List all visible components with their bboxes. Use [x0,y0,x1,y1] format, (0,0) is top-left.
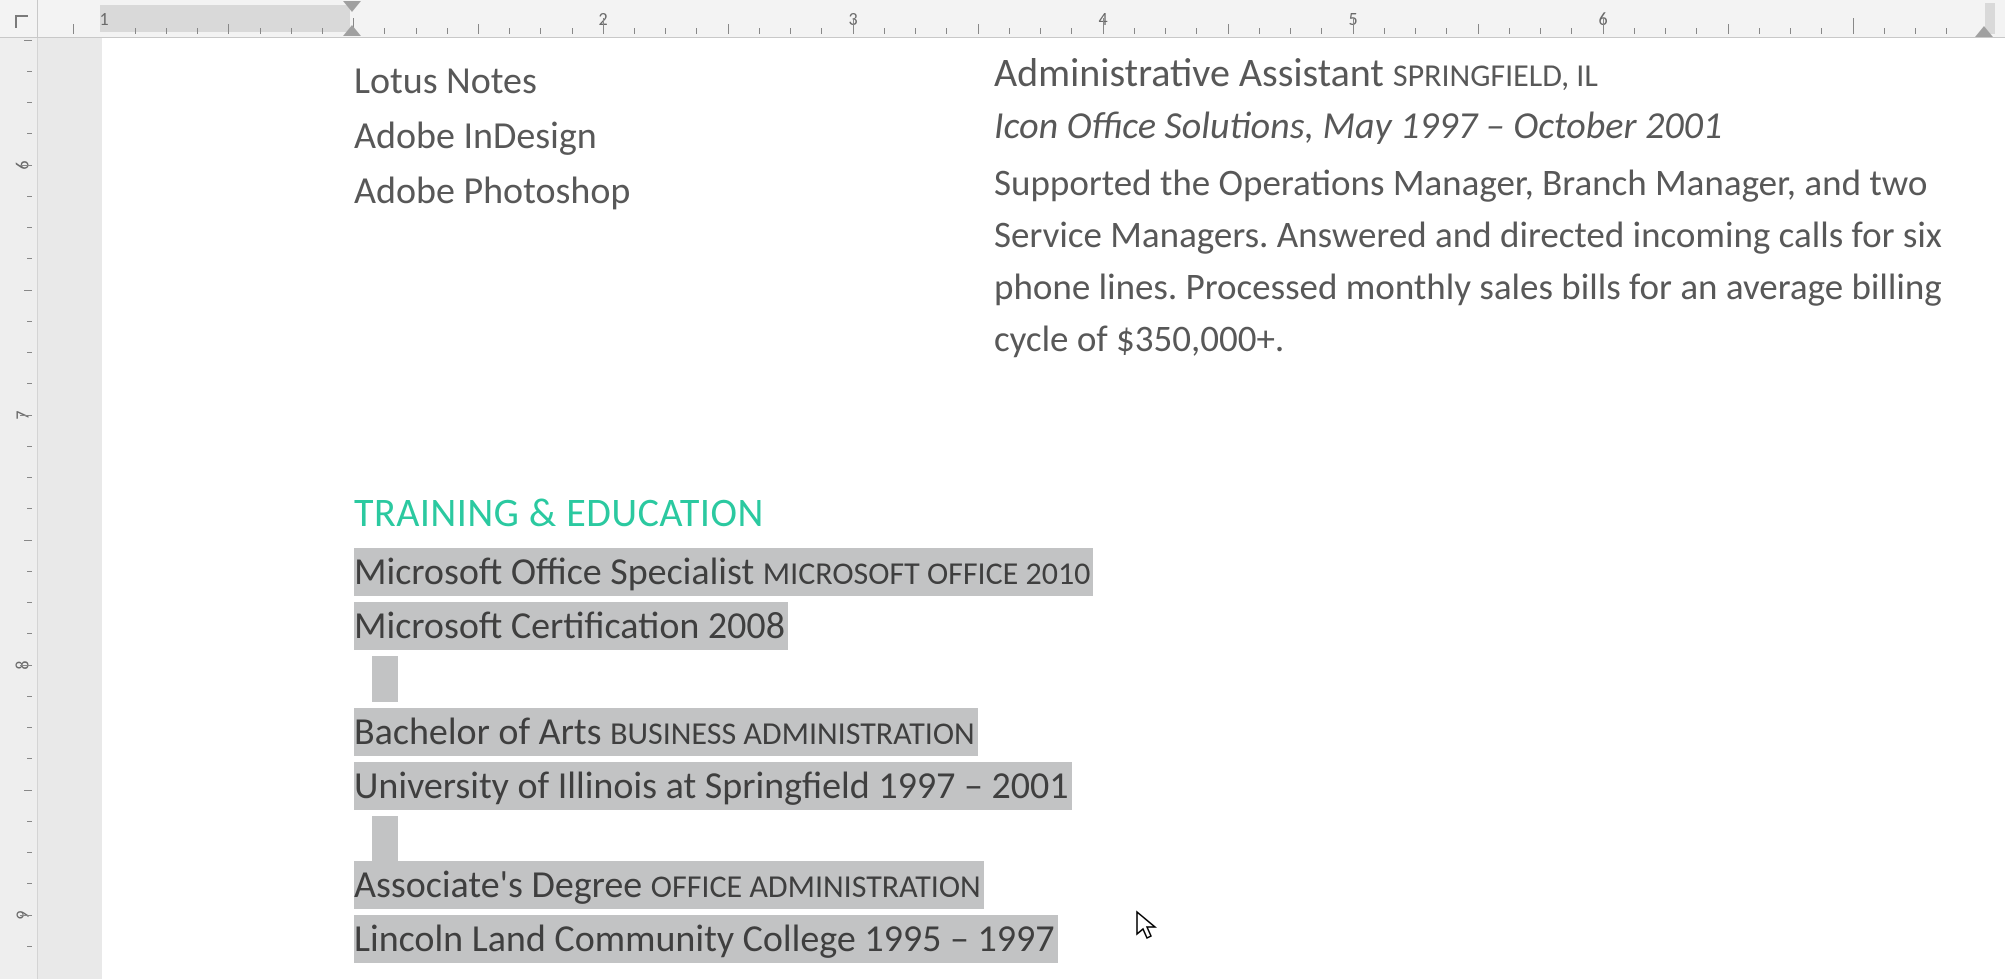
edu-title: Associate's Degree [354,862,651,908]
education-entry[interactable]: Microsoft Office Specialist MICROSOFT OF… [354,546,1093,707]
hanging-indent-marker[interactable] [343,25,361,36]
document-content[interactable]: Lotus Notes Adobe InDesign Adobe Photosh… [102,38,2005,979]
education-line[interactable]: Associate's Degree OFFICE ADMINISTRATION [354,859,1058,913]
skill-item[interactable]: Lotus Notes [354,54,934,109]
right-indent-marker[interactable] [1975,26,1993,37]
horizontal-ruler[interactable]: 1 2 3 4 5 6 [0,0,2005,38]
job-location: SPRINGFIELD, IL [1393,56,1598,95]
selected-text[interactable]: Lincoln Land Community College 1995 – 19… [354,915,1058,963]
skills-column: Lotus Notes Adobe InDesign Adobe Photosh… [354,54,934,219]
selected-text[interactable]: Microsoft Office Specialist MICROSOFT OF… [354,548,1093,596]
education-line[interactable]: Microsoft Certification 2008 [354,600,1093,652]
tab-selector-icon[interactable] [0,0,38,38]
edu-detail-caps: MICROSOFT OFFICE 2010 [763,554,1091,593]
first-line-indent-marker[interactable] [343,1,361,12]
experience-column: Administrative Assistant SPRINGFIELD, IL… [994,48,1944,365]
app-viewport: 6 7 8 9 [0,0,2005,979]
skill-item[interactable]: Adobe Photoshop [354,164,934,219]
horizontal-ruler-track: 1 2 3 4 5 6 [38,0,2005,37]
section-heading-training[interactable]: TRAINING & EDUCATION [354,488,764,537]
selected-text[interactable]: Associate's Degree OFFICE ADMINISTRATION [354,861,984,909]
hruler-num: 1 [99,8,108,30]
education-entry[interactable]: Associate's Degree OFFICE ADMINISTRATION… [354,859,1058,965]
job-subtitle[interactable]: Icon Office Solutions, May 1997 – Octobe… [994,103,1944,149]
job-title-line[interactable]: Administrative Assistant SPRINGFIELD, IL [994,48,1944,97]
job-title-text: Administrative Assistant [994,48,1384,97]
education-line[interactable]: Lincoln Land Community College 1995 – 19… [354,913,1058,965]
edu-detail-caps: BUSINESS ADMINISTRATION [610,714,975,753]
vertical-ruler[interactable]: 6 7 8 9 [0,38,38,979]
job-description[interactable]: Supported the Operations Manager, Branch… [994,157,1944,365]
edu-title: Bachelor of Arts [354,709,610,755]
selected-text[interactable]: University of Illinois at Springfield 19… [354,762,1072,810]
education-entry[interactable]: Bachelor of Arts BUSINESS ADMINISTRATION… [354,706,1072,867]
page-gutter [38,38,102,979]
document-page[interactable]: Lotus Notes Adobe InDesign Adobe Photosh… [102,38,2005,979]
edu-title: Microsoft Office Specialist [354,549,763,595]
skill-item[interactable]: Adobe InDesign [354,109,934,164]
education-line[interactable]: Microsoft Office Specialist MICROSOFT OF… [354,546,1093,600]
edu-detail-caps: OFFICE ADMINISTRATION [651,867,981,906]
education-line[interactable]: Bachelor of Arts BUSINESS ADMINISTRATION [354,706,1072,760]
selected-blank-line[interactable] [354,652,1093,707]
selected-text[interactable]: Bachelor of Arts BUSINESS ADMINISTRATION [354,708,978,756]
education-line[interactable]: University of Illinois at Springfield 19… [354,760,1072,812]
selected-text[interactable]: Microsoft Certification 2008 [354,602,788,650]
